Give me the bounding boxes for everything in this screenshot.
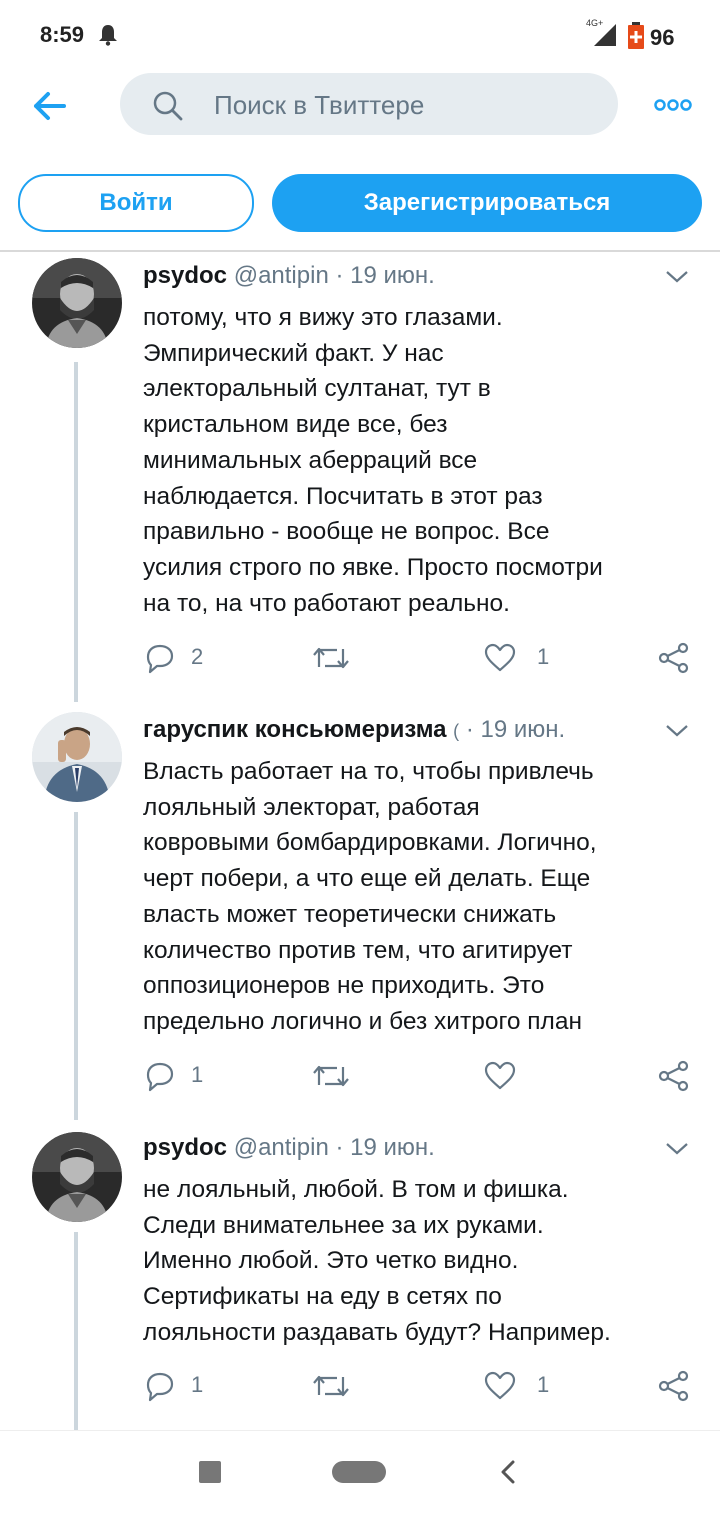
chevron-down-icon[interactable] [665,270,689,284]
thread-line [74,1232,78,1430]
avatar-photo [32,258,122,348]
more-options-icon[interactable] [654,98,692,112]
share-icon[interactable] [657,640,691,676]
tweet-date[interactable]: · 19 июн. [466,716,565,743]
chevron-down-icon[interactable] [665,1142,689,1156]
author-handle[interactable]: ( [453,721,459,741]
like-icon[interactable] [483,1058,517,1094]
tweet-text: не лояльный, любой. В том и фишка. Следи… [143,1176,611,1346]
auth-buttons: Войти Зарегистрироваться [0,172,720,232]
like-icon[interactable] [483,640,517,676]
tweet-date[interactable]: · 19 июн. [335,1134,434,1161]
avatar[interactable] [32,258,122,348]
share-icon[interactable] [657,1058,691,1094]
header-divider [0,250,720,252]
avatar[interactable] [32,1132,122,1222]
tweet-header: psydoc @antipin · 19 июн. [143,1134,435,1162]
notification-bell-icon [99,25,117,46]
avatar-photo [32,1132,122,1222]
reply-count: 1 [191,1062,204,1087]
home-button[interactable] [332,1461,386,1483]
status-bar: 8:59 4G+ 96 [0,0,720,70]
thread-line [74,362,78,702]
reply-count: 1 [191,1372,204,1397]
avatar[interactable] [32,712,122,802]
like-count: 1 [537,644,550,669]
signup-button[interactable]: Зарегистрироваться [272,174,702,232]
status-time: 8:59 [40,22,85,47]
reply-icon[interactable] [143,1058,177,1094]
tweet-date[interactable]: · 19 июн. [335,262,434,289]
author-handle[interactable]: @antipin [234,1134,329,1161]
search-input[interactable]: Поиск в Твиттере [120,73,618,135]
author-name[interactable]: гаруспик консьюмеризма [143,716,446,743]
login-button[interactable]: Войти [18,174,254,232]
tweet-header: psydoc @antipin · 19 июн. [143,262,435,290]
tweet-actions: 1 [143,1058,703,1094]
search-icon [153,91,183,121]
back-nav-icon[interactable] [498,1459,518,1485]
search-placeholder: Поиск в Твиттере [214,90,425,120]
reply-icon[interactable] [143,1368,177,1404]
thread-line [74,812,78,1120]
like-count: 1 [537,1372,550,1397]
tweet-text: потому, что я вижу это глазами. Эмпириче… [143,304,603,617]
tweet-header: гаруспик консьюмеризма ( · 19 июн. [143,716,565,744]
tweet-text: Власть работает на то, чтобы привлечь ло… [143,758,597,1035]
system-nav-bar [0,1430,720,1521]
signal-icon [594,24,616,46]
tweet-actions: 1 1 [143,1368,703,1404]
reply-icon[interactable] [143,640,177,676]
chevron-down-icon[interactable] [665,724,689,738]
recent-apps-button[interactable] [199,1461,221,1483]
tweet-actions: 2 1 [143,640,703,676]
like-icon[interactable] [483,1368,517,1404]
author-name[interactable]: psydoc [143,1134,227,1161]
retweet-icon[interactable] [311,1368,351,1404]
top-bar: Поиск в Твиттере [0,70,720,142]
reply-count: 2 [191,644,204,669]
battery-level: 96 [650,25,675,50]
author-handle[interactable]: @antipin [234,262,329,289]
avatar-photo [32,712,122,802]
author-name[interactable]: psydoc [143,262,227,289]
retweet-icon[interactable] [311,640,351,676]
share-icon[interactable] [657,1368,691,1404]
battery-icon [628,22,644,49]
retweet-icon[interactable] [311,1058,351,1094]
back-arrow-icon[interactable] [28,88,68,124]
